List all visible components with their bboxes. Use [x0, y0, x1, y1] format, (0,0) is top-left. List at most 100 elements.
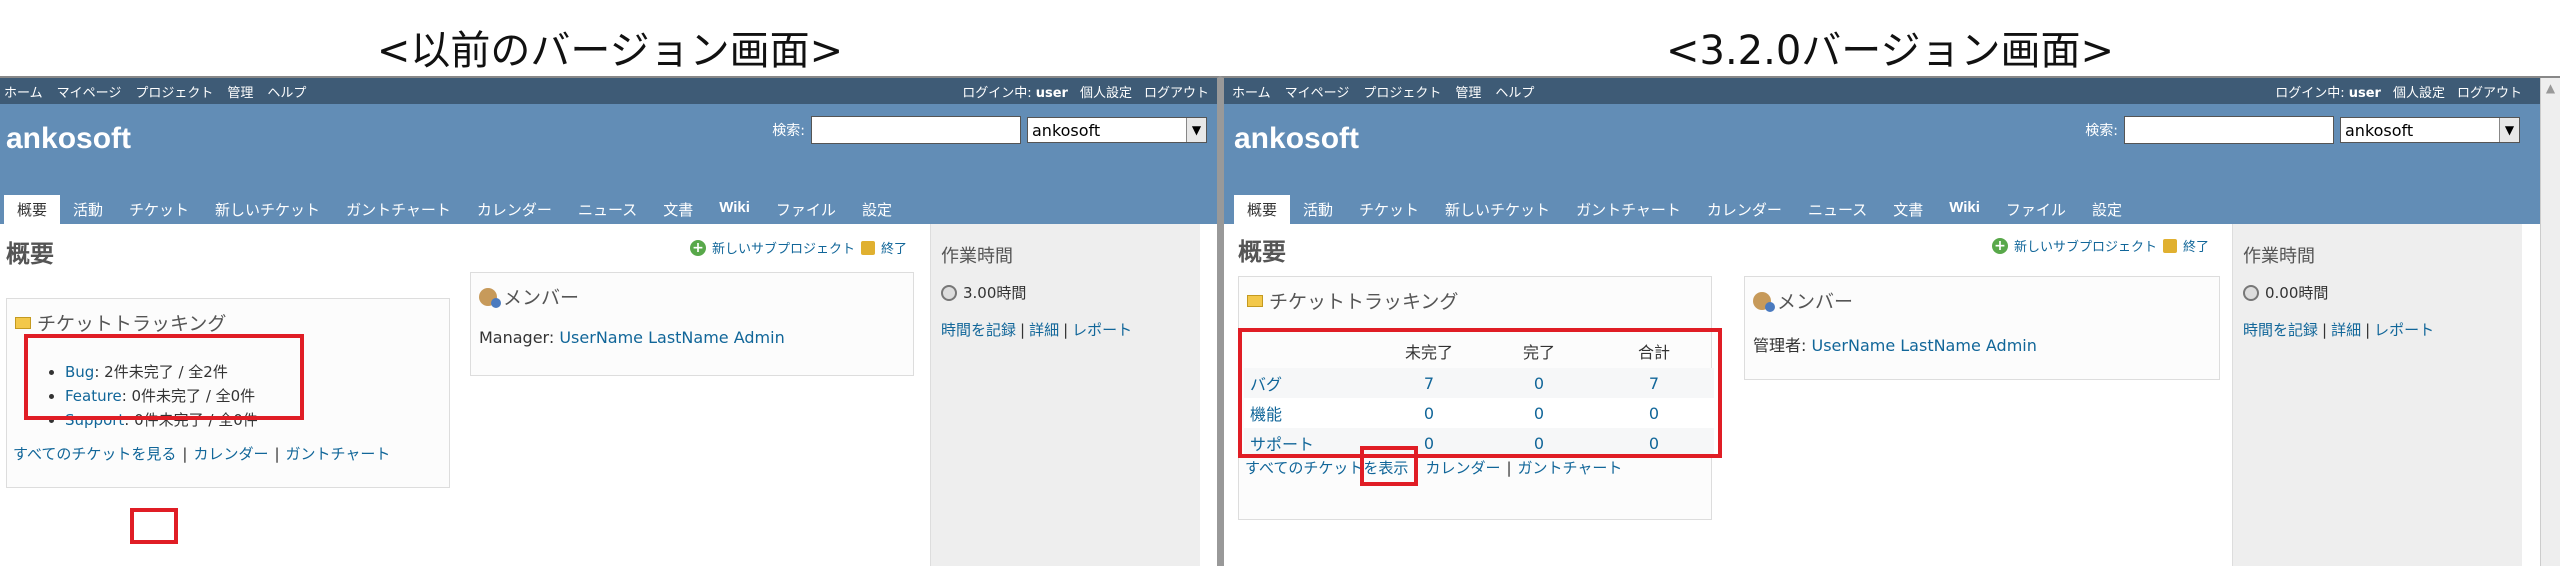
log-time-link[interactable]: 時間を記録 — [941, 321, 1016, 339]
time-report-link[interactable]: レポート — [2374, 321, 2434, 339]
users-icon — [1753, 291, 1775, 312]
vertical-scrollbar[interactable]: ▲ — [2540, 78, 2560, 566]
calendar-link[interactable]: カレンダー — [193, 445, 268, 463]
page-title: 概要 — [6, 240, 54, 268]
issue-links: すべてのチケットを見る | カレンダー | ガントチャート — [13, 445, 391, 463]
tab-issues[interactable]: チケット — [1346, 195, 1432, 224]
highlight-summary-table — [1238, 328, 1722, 458]
gantt-link[interactable]: ガントチャート — [286, 445, 391, 463]
my-account-link[interactable]: 個人設定 — [2393, 82, 2445, 101]
spent-time-links: 時間を記録 | 詳細 | レポート — [941, 321, 1133, 339]
top-menu-mypage[interactable]: マイページ — [57, 82, 122, 101]
my-account-link[interactable]: 個人設定 — [1080, 82, 1132, 101]
users-icon — [479, 287, 501, 308]
tab-calendar[interactable]: カレンダー — [464, 195, 565, 224]
chevron-down-icon[interactable]: ▼ — [2499, 118, 2519, 142]
top-menu-home[interactable]: ホーム — [4, 82, 43, 101]
main-menu-tabs: 概要 活動 チケット 新しいチケット ガントチャート カレンダー ニュース 文書… — [4, 195, 905, 224]
tab-files[interactable]: ファイル — [1993, 195, 2079, 224]
tab-new-issue[interactable]: 新しいチケット — [202, 195, 333, 224]
project-jump-select[interactable]: ankosoft ▼ — [2340, 117, 2520, 143]
logged-user[interactable]: user — [1036, 86, 1068, 101]
contextual-actions: + 新しいサブプロジェクト 終了 — [690, 238, 907, 257]
ticket-icon — [15, 316, 31, 329]
top-menu: ホーム マイページ プロジェクト 管理 ヘルプ ログイン中: user 個人設定… — [1224, 78, 2560, 104]
tab-news[interactable]: ニュース — [1795, 195, 1880, 224]
tab-documents[interactable]: 文書 — [1880, 195, 1936, 224]
member-entry: Manager: UserName LastName Admin — [479, 328, 785, 347]
tab-new-issue[interactable]: 新しいチケット — [1432, 195, 1563, 224]
logout-link[interactable]: ログアウト — [1144, 82, 1209, 101]
top-menu-help[interactable]: ヘルプ — [267, 82, 306, 101]
logout-link[interactable]: ログアウト — [2457, 82, 2522, 101]
time-details-link[interactable]: 詳細 — [2331, 321, 2361, 339]
logged-as: ログイン中: user — [962, 85, 1068, 101]
members-title: メンバー — [1777, 291, 1854, 313]
content: 概要 + 新しいサブプロジェクト 終了 チケットトラッキング すべてのチケットを… — [1224, 224, 2560, 566]
add-icon: + — [1992, 237, 2008, 254]
spent-time-title: 作業時間 — [2243, 246, 2315, 267]
highlight-tracker-summary — [24, 334, 304, 420]
top-menu-admin[interactable]: 管理 — [227, 82, 253, 101]
gantt-link[interactable]: ガントチャート — [1518, 459, 1623, 477]
time-details-link[interactable]: 詳細 — [1029, 321, 1059, 339]
highlight-view-link — [1360, 446, 1418, 486]
tab-news[interactable]: ニュース — [565, 195, 650, 224]
tab-issues[interactable]: チケット — [116, 195, 202, 224]
tab-activity[interactable]: 活動 — [1290, 195, 1346, 224]
new-subproject-link[interactable]: 新しいサブプロジェクト — [712, 238, 855, 257]
member-names[interactable]: UserName LastName Admin — [1812, 336, 2037, 355]
chevron-down-icon[interactable]: ▼ — [1186, 118, 1206, 142]
issue-tracking-title: チケットトラッキング — [37, 313, 227, 335]
tab-calendar[interactable]: カレンダー — [1694, 195, 1795, 224]
tab-wiki[interactable]: Wiki — [1936, 195, 1993, 224]
main-content: 概要 + 新しいサブプロジェクト 終了 チケットトラッキング Bug: 2件未完… — [0, 224, 930, 566]
account-menu: ログイン中: user 個人設定 ログアウト — [962, 78, 1209, 104]
account-menu: ログイン中: user 個人設定 ログアウト — [2275, 78, 2522, 104]
page-title: 概要 — [1238, 238, 1286, 266]
calendar-link[interactable]: カレンダー — [1425, 459, 1500, 477]
view-all-issues-link[interactable]: 見る — [146, 445, 176, 463]
project-jump-select[interactable]: ankosoft ▼ — [1027, 117, 1207, 143]
tab-activity[interactable]: 活動 — [60, 195, 116, 224]
new-version-screen: ホーム マイページ プロジェクト 管理 ヘルプ ログイン中: user 個人設定… — [1220, 76, 2560, 566]
tab-overview[interactable]: 概要 — [1234, 195, 1291, 224]
members-title: メンバー — [503, 287, 580, 309]
search-input[interactable] — [811, 116, 1021, 144]
members-box: メンバー 管理者: UserName LastName Admin — [1744, 276, 2220, 380]
add-icon: + — [690, 239, 706, 256]
tab-documents[interactable]: 文書 — [650, 195, 706, 224]
top-menu-home[interactable]: ホーム — [1232, 82, 1271, 101]
top-menu-admin[interactable]: 管理 — [1455, 82, 1481, 101]
spent-time-title: 作業時間 — [941, 246, 1013, 267]
project-header: ankosoft 検索: ankosoft ▼ 概要 活動 チケット 新しいチケ… — [1224, 104, 2560, 224]
tab-wiki[interactable]: Wiki — [706, 195, 763, 224]
time-report-link[interactable]: レポート — [1072, 321, 1132, 339]
spent-time-links: 時間を記録 | 詳細 | レポート — [2243, 321, 2435, 339]
tab-settings[interactable]: 設定 — [2079, 195, 2135, 224]
tab-gantt[interactable]: ガントチャート — [1563, 195, 1694, 224]
top-menu: ホーム マイページ プロジェクト 管理 ヘルプ ログイン中: user 個人設定… — [0, 78, 1217, 104]
top-menu-mypage[interactable]: マイページ — [1285, 82, 1350, 101]
highlight-view-link — [130, 508, 178, 544]
new-subproject-link[interactable]: 新しいサブプロジェクト — [2014, 236, 2157, 255]
tab-files[interactable]: ファイル — [763, 195, 849, 224]
top-menu-help[interactable]: ヘルプ — [1495, 82, 1534, 101]
caption-new-version: <3.2.0バージョン画面> — [1665, 28, 2114, 74]
clock-icon — [941, 284, 957, 301]
log-time-link[interactable]: 時間を記録 — [2243, 321, 2318, 339]
top-menu-projects[interactable]: プロジェクト — [1363, 82, 1441, 101]
search-input[interactable] — [2124, 116, 2334, 144]
tab-overview[interactable]: 概要 — [4, 195, 61, 224]
tab-gantt[interactable]: ガントチャート — [333, 195, 464, 224]
member-names[interactable]: UserName LastName Admin — [559, 328, 784, 347]
top-menu-projects[interactable]: プロジェクト — [135, 82, 213, 101]
issue-tracking-title: チケットトラッキング — [1269, 291, 1459, 313]
close-project-link[interactable]: 終了 — [881, 238, 907, 257]
chevron-up-icon[interactable]: ▲ — [2541, 78, 2560, 98]
content: 概要 + 新しいサブプロジェクト 終了 チケットトラッキング Bug: 2件未完… — [0, 224, 1217, 566]
tab-settings[interactable]: 設定 — [849, 195, 905, 224]
close-project-link[interactable]: 終了 — [2183, 236, 2209, 255]
logged-user[interactable]: user — [2349, 86, 2381, 101]
project-title: ankosoft — [1234, 122, 1360, 155]
